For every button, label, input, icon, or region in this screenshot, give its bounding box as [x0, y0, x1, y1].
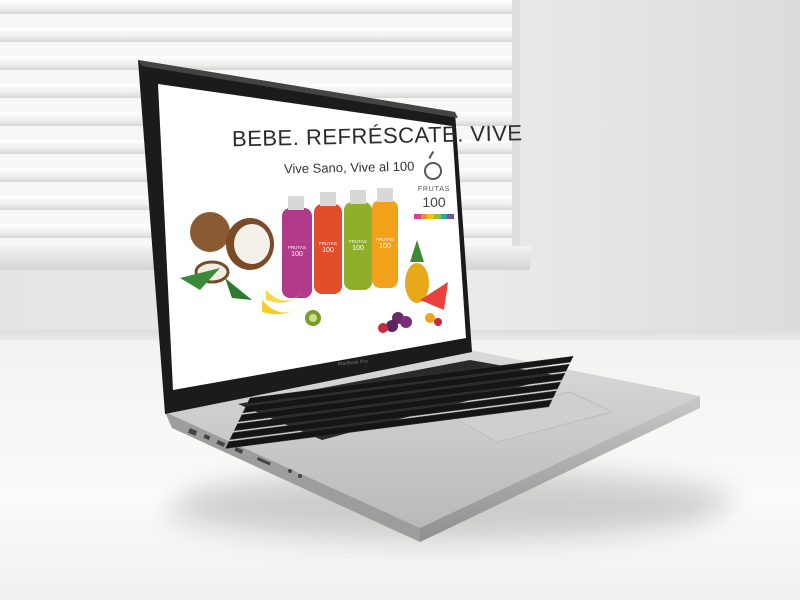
bottle-label-number: 100 [291, 250, 303, 258]
bottle-label-number: 100 [379, 242, 391, 250]
logo-brand-number: 100 [422, 194, 446, 210]
logo-color-segment [440, 214, 448, 219]
bottle-label-name: FRUTAS [376, 237, 394, 242]
ad-tagline: Vive Sano, Vive al 100 [283, 158, 415, 177]
bottle-label-number: 100 [322, 246, 334, 254]
bottle-label: FRUTAS 100 [315, 241, 341, 254]
logo-color-segment [447, 214, 455, 219]
frutas-100-logo: FRUTAS 100 [412, 151, 455, 232]
logo-color-segment [420, 214, 428, 219]
bottle-label: FRUTAS 100 [345, 239, 371, 252]
logo-brand-name: FRUTAS [417, 186, 451, 193]
logo-color-segment [427, 214, 435, 219]
logo-circle [424, 162, 442, 180]
bottle-label-name: FRUTAS [288, 245, 306, 250]
bottle-label-name: FRUTAS [349, 239, 367, 244]
bottle-label: FRUTAS 100 [372, 237, 398, 250]
photo-scene: BEBE. REFRÉSCATE. VIVE Vive Sano, Vive a… [0, 0, 800, 600]
logo-color-bar [414, 214, 455, 219]
logo-color-segment [414, 214, 421, 219]
logo-color-segment [434, 214, 441, 219]
coconut-image [190, 212, 230, 252]
logo-accent-mark [428, 151, 438, 161]
bottle-label-number: 100 [352, 244, 364, 252]
screen-ad [180, 188, 448, 333]
bottle-label-name: FRUTAS [319, 241, 337, 246]
bottle-label: FRUTAS 100 [284, 245, 310, 258]
ad-headline: BEBE. REFRÉSCATE. VIVE [231, 120, 523, 152]
